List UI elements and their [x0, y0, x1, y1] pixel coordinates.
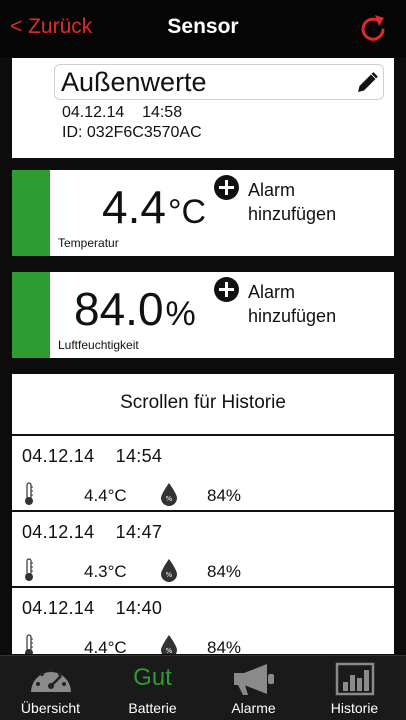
humidity-value-display: 84.0% — [74, 282, 196, 336]
battery-status: Gut — [133, 664, 172, 691]
tab-battery[interactable]: Gut Batterie — [102, 656, 203, 720]
entry-humidity: 84% — [207, 562, 242, 581]
entry-datetime: 04.12.14 14:54 — [22, 446, 163, 466]
tab-battery-label: Batterie — [128, 700, 177, 716]
megaphone-icon — [233, 664, 274, 695]
pencil-icon[interactable] — [355, 71, 379, 95]
temperature-value-display: 4.4°C — [102, 180, 206, 234]
temperature-unit: °C — [167, 193, 207, 231]
entry-temperature: 4.3°C — [84, 562, 127, 581]
humidity-unit: % — [165, 295, 196, 333]
sensor-date: 04.12.14 — [62, 104, 125, 121]
tab-history-label: Historie — [330, 700, 379, 716]
entry-datetime: 04.12.14 14:40 — [22, 598, 163, 618]
drop-icon: % — [161, 483, 177, 506]
drop-icon: % — [161, 635, 177, 654]
drop-icon: % — [161, 559, 177, 582]
humidity-caption: Luftfeuchtigkeit — [58, 338, 139, 352]
gauge-icon — [30, 668, 71, 692]
thermometer-icon — [25, 634, 33, 654]
tab-overview[interactable]: Übersicht — [0, 656, 101, 720]
thermometer-icon — [25, 558, 33, 581]
alarm-add-label: Alarm hinzufügen — [248, 282, 337, 326]
entry-humidity: 84% — [207, 486, 242, 505]
plus-icon[interactable] — [214, 175, 239, 200]
entry-temperature: 4.4°C — [84, 638, 127, 654]
add-temperature-alarm-button[interactable]: Alarm hinzufügen — [248, 178, 376, 226]
temperature-value: 4.4 — [102, 181, 166, 233]
add-humidity-alarm-button[interactable]: Alarm hinzufügen — [248, 280, 376, 328]
entry-humidity: 84% — [207, 638, 242, 654]
status-bar — [12, 272, 50, 358]
sensor-id: ID: 032F6C3570AC — [62, 124, 202, 141]
svg-text:%: % — [166, 495, 173, 503]
history-entry: 04.12.14 14:54 4.4°C % 84% — [12, 436, 394, 512]
sensor-name: Außenwerte — [61, 67, 207, 97]
status-bar — [12, 170, 50, 256]
sensor-last-update: 04.12.14 14:58 — [62, 104, 182, 122]
navigation-bar: < Zurück Sensor — [0, 0, 406, 58]
temperature-card: 4.4°C Alarm hinzufügen Temperatur — [12, 170, 394, 256]
back-button[interactable]: < Zurück — [10, 15, 92, 39]
tab-bar: Übersicht Gut Batterie Alarme Historie — [0, 655, 406, 720]
sensor-info-card: Außenwerte 04.12.14 14:58 ID: 032F6C3570… — [12, 58, 394, 158]
history-list[interactable]: Scrollen für Historie 04.12.14 14:54 4.4… — [12, 374, 394, 654]
tab-alarms-label: Alarme — [231, 700, 276, 716]
tab-overview-label: Übersicht — [20, 700, 81, 716]
history-entry: 04.12.14 14:47 4.3°C % 84% — [12, 512, 394, 588]
svg-text:%: % — [166, 647, 173, 654]
sensor-name-field[interactable]: Außenwerte — [54, 64, 384, 100]
humidity-value: 84.0 — [74, 283, 164, 335]
thermometer-icon — [25, 482, 33, 505]
temperature-caption: Temperatur — [58, 236, 119, 250]
alarm-add-label: Alarm hinzufügen — [248, 180, 337, 224]
tab-history[interactable]: Historie — [304, 656, 405, 720]
sensor-time: 14:58 — [142, 104, 183, 121]
bar-chart-icon — [335, 662, 374, 696]
history-entry: 04.12.14 14:40 4.4°C % 84% — [12, 588, 394, 654]
history-title: Scrollen für Historie — [12, 374, 394, 436]
humidity-card: 84.0% Alarm hinzufügen Luftfeuchtigkeit — [12, 272, 394, 358]
refresh-icon[interactable] — [358, 13, 388, 43]
entry-temperature: 4.4°C — [84, 486, 127, 505]
svg-text:%: % — [166, 571, 173, 579]
plus-icon[interactable] — [214, 277, 239, 302]
entry-datetime: 04.12.14 14:47 — [22, 522, 163, 542]
tab-alarms[interactable]: Alarme — [203, 656, 304, 720]
